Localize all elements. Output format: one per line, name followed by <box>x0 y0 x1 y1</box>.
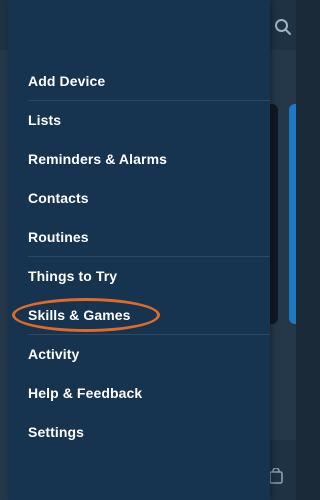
menu-item-contacts[interactable]: Contacts <box>8 178 270 217</box>
menu-item-settings[interactable]: Settings <box>8 412 270 451</box>
menu-item-activity[interactable]: Activity <box>8 334 270 373</box>
menu-item-lists[interactable]: Lists <box>8 100 270 139</box>
menu-item-label: Settings <box>28 423 85 440</box>
background-card-accent <box>289 104 296 324</box>
menu-item-skills-games[interactable]: Skills & Games <box>8 295 270 334</box>
menu-item-label: Routines <box>28 228 89 245</box>
menu-item-label: Reminders & Alarms <box>28 150 167 167</box>
search-icon[interactable] <box>274 18 292 36</box>
menu-item-reminders-alarms[interactable]: Reminders & Alarms <box>8 139 270 178</box>
menu-item-label: Things to Try <box>28 267 118 284</box>
menu-item-label: Activity <box>28 345 80 362</box>
menu-item-label: Add Device <box>28 72 106 89</box>
menu-item-label: Lists <box>28 111 62 128</box>
menu-item-label: Help & Feedback <box>28 384 143 401</box>
navigation-drawer: Add Device Lists Reminders & Alarms Cont… <box>8 0 270 500</box>
menu-item-label: Contacts <box>28 189 89 206</box>
menu-item-things-to-try[interactable]: Things to Try <box>8 256 270 295</box>
menu-item-routines[interactable]: Routines <box>8 217 270 256</box>
divider <box>28 256 270 257</box>
bag-icon[interactable] <box>269 468 283 484</box>
menu-item-help-feedback[interactable]: Help & Feedback <box>8 373 270 412</box>
divider <box>28 100 270 101</box>
divider <box>28 334 270 335</box>
menu-item-add-device[interactable]: Add Device <box>8 61 270 100</box>
menu-list: Add Device Lists Reminders & Alarms Cont… <box>8 61 270 451</box>
menu-item-label: Skills & Games <box>28 306 131 323</box>
